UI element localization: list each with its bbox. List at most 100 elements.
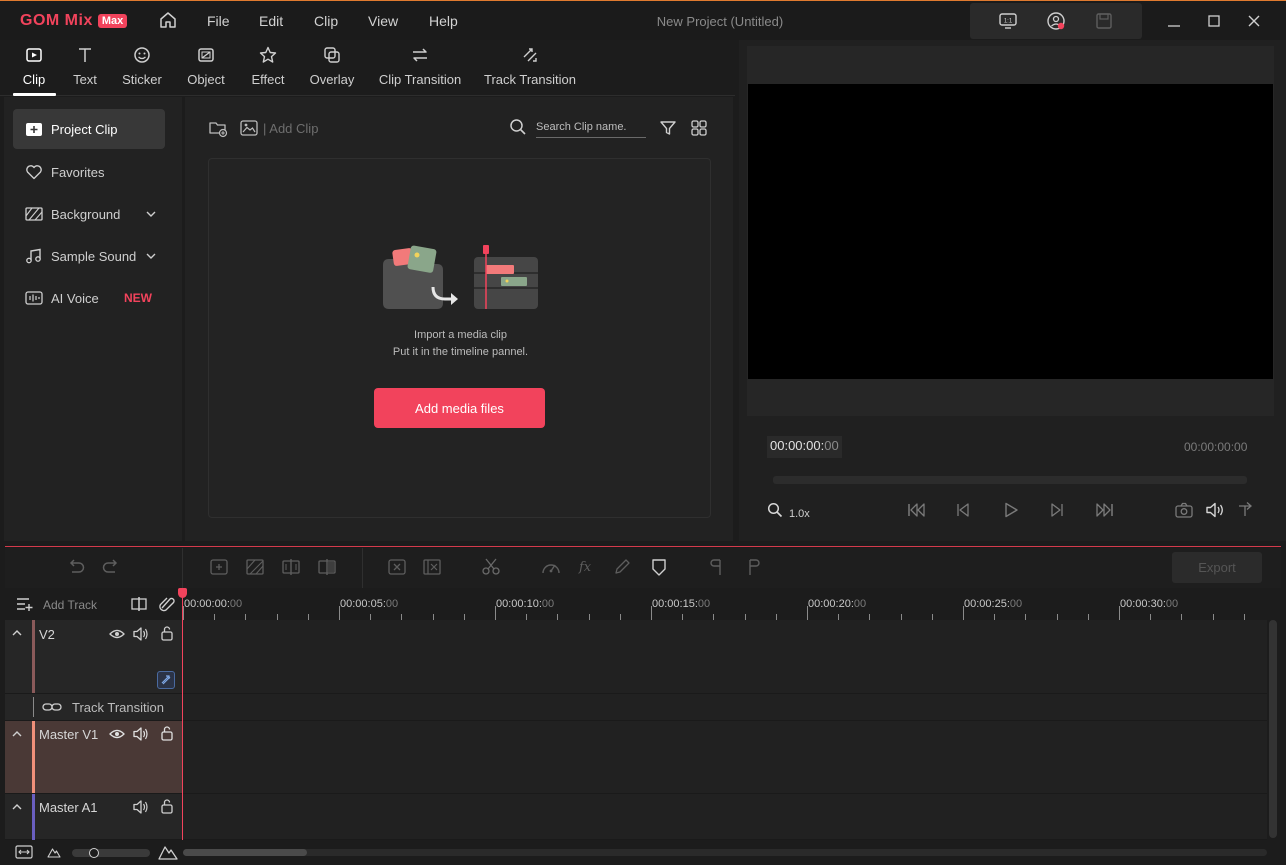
menu-clip[interactable]: Clip: [314, 13, 338, 29]
scissors-icon[interactable]: [481, 558, 501, 576]
playhead-handle[interactable]: [178, 588, 187, 598]
eye-visibility-icon[interactable]: [109, 627, 125, 641]
add-clip-to-timeline-icon[interactable]: [209, 558, 229, 576]
sidebar-item-favorites[interactable]: Favorites: [13, 152, 165, 192]
menu-view[interactable]: View: [368, 13, 398, 29]
close-icon[interactable]: [1246, 13, 1262, 29]
timeline-horizontal-scrollbar[interactable]: [183, 849, 1267, 856]
mute-speaker-icon[interactable]: [133, 626, 149, 642]
pen-edit-icon[interactable]: [613, 558, 633, 576]
home-icon[interactable]: [158, 10, 178, 30]
undo-icon[interactable]: [66, 558, 86, 576]
media-drop-zone[interactable]: Import a media clip Put it in the timeli…: [208, 158, 711, 518]
current-timecode-frames: 00: [824, 438, 839, 453]
add-clip-label[interactable]: | Add Clip: [263, 121, 318, 136]
zoom-out-mountain-icon[interactable]: [47, 846, 61, 858]
add-folder-clip-icon[interactable]: [208, 118, 228, 138]
chevron-up-icon[interactable]: [11, 729, 23, 739]
search-icon[interactable]: [509, 118, 527, 136]
sidebar-item-ai-voice[interactable]: AI Voice NEW: [13, 278, 165, 318]
snap-split-icon[interactable]: [130, 596, 148, 612]
object-icon: [198, 48, 214, 62]
split-clip-icon[interactable]: [281, 558, 301, 576]
mute-speaker-icon[interactable]: [133, 799, 149, 815]
snapshot-camera-icon[interactable]: [1174, 501, 1194, 519]
add-folder-icon: [26, 123, 42, 136]
horizontal-scroll-thumb[interactable]: [183, 849, 307, 856]
ai-voice-waveform-icon: [25, 291, 43, 305]
zoom-icon[interactable]: [767, 502, 783, 518]
playback-progress-bar[interactable]: [773, 476, 1247, 484]
current-timecode[interactable]: 00:00:00:00: [767, 436, 842, 458]
skip-to-end-icon[interactable]: [1093, 501, 1115, 519]
fit-timeline-icon[interactable]: [15, 845, 33, 859]
add-track-button[interactable]: Add Track: [43, 598, 97, 612]
tab-object[interactable]: Object: [182, 40, 230, 96]
chevron-up-icon[interactable]: [11, 628, 23, 638]
lock-icon[interactable]: [160, 625, 174, 641]
magnet-link-icon[interactable]: [158, 596, 176, 612]
export-button[interactable]: Export: [1172, 552, 1262, 583]
menu-help[interactable]: Help: [429, 13, 458, 29]
tab-clip[interactable]: Clip: [12, 40, 56, 96]
zoom-in-mountain-icon[interactable]: [158, 844, 178, 860]
search-input[interactable]: Search Clip name.: [536, 121, 627, 133]
delete-clip-icon[interactable]: [387, 558, 407, 576]
skip-to-start-icon[interactable]: [906, 501, 928, 519]
maximize-icon[interactable]: [1206, 13, 1222, 29]
account-icon[interactable]: [1046, 11, 1066, 31]
fill-background-icon[interactable]: [245, 558, 265, 576]
tab-effect[interactable]: Effect: [244, 40, 292, 96]
tab-overlay[interactable]: Overlay: [306, 40, 358, 96]
trim-clip-icon[interactable]: [317, 558, 337, 576]
chevron-up-icon[interactable]: [11, 802, 23, 812]
delete-gap-icon[interactable]: [422, 558, 442, 576]
track-transition-toggle[interactable]: [157, 671, 175, 689]
sidebar-item-background[interactable]: Background: [13, 194, 165, 234]
next-frame-icon[interactable]: [1047, 501, 1065, 519]
redo-icon[interactable]: [101, 558, 121, 576]
minimize-icon[interactable]: [1166, 13, 1182, 29]
add-media-files-button[interactable]: Add media files: [374, 388, 545, 428]
menu-file[interactable]: File: [207, 13, 230, 29]
play-icon[interactable]: [1002, 501, 1020, 519]
grid-view-icon[interactable]: [690, 119, 708, 137]
track-transition-lane[interactable]: [183, 694, 1267, 721]
ruler-tick-main: 00:00:15:: [652, 598, 698, 610]
mute-speaker-icon[interactable]: [133, 726, 149, 742]
add-image-clip-icon[interactable]: [239, 118, 259, 138]
playhead-line[interactable]: [182, 588, 183, 840]
tab-sticker[interactable]: Sticker: [118, 40, 166, 96]
library-sidebar: Project Clip Favorites Background Sample…: [4, 97, 182, 541]
add-track-icon[interactable]: [16, 596, 34, 612]
sticker-icon: [134, 47, 150, 63]
volume-icon[interactable]: [1205, 501, 1225, 519]
track-lane-v2[interactable]: [183, 620, 1267, 694]
sidebar-item-project-clip[interactable]: Project Clip: [13, 109, 165, 149]
function-fx-icon[interactable]: fx: [577, 558, 597, 576]
timeline-vertical-scrollbar[interactable]: [1269, 620, 1277, 838]
marker-in-icon[interactable]: [707, 558, 727, 576]
lock-icon[interactable]: [160, 725, 174, 741]
track-lane-master-a1[interactable]: [183, 794, 1267, 840]
tab-track-transition[interactable]: Track Transition: [484, 40, 576, 96]
shield-marker-icon[interactable]: [649, 557, 669, 577]
save-icon[interactable]: [1095, 12, 1113, 30]
tab-text[interactable]: Text: [64, 40, 106, 96]
aspect-ratio-icon[interactable]: 1:1: [998, 12, 1018, 30]
sidebar-item-sample-sound[interactable]: Sample Sound: [13, 236, 165, 276]
zoom-slider-thumb[interactable]: [89, 848, 99, 858]
speed-gauge-icon[interactable]: [540, 558, 562, 576]
export-arrow-icon[interactable]: [1237, 501, 1255, 519]
tab-text-label: Text: [73, 72, 97, 87]
filter-icon[interactable]: [659, 119, 677, 137]
menu-edit[interactable]: Edit: [259, 13, 283, 29]
marker-out-icon[interactable]: [743, 558, 763, 576]
tab-clip-transition[interactable]: Clip Transition: [378, 40, 462, 96]
timeline-ruler[interactable]: 00:00:00:00 00:00:05:00 00:00:10:00 00:00:1…: [183, 588, 1267, 620]
previous-frame-icon[interactable]: [955, 501, 973, 519]
track-lane-master-v1[interactable]: [183, 721, 1267, 794]
eye-visibility-icon[interactable]: [109, 727, 125, 741]
lock-icon[interactable]: [160, 798, 174, 814]
zoom-slider-track[interactable]: [72, 849, 150, 857]
